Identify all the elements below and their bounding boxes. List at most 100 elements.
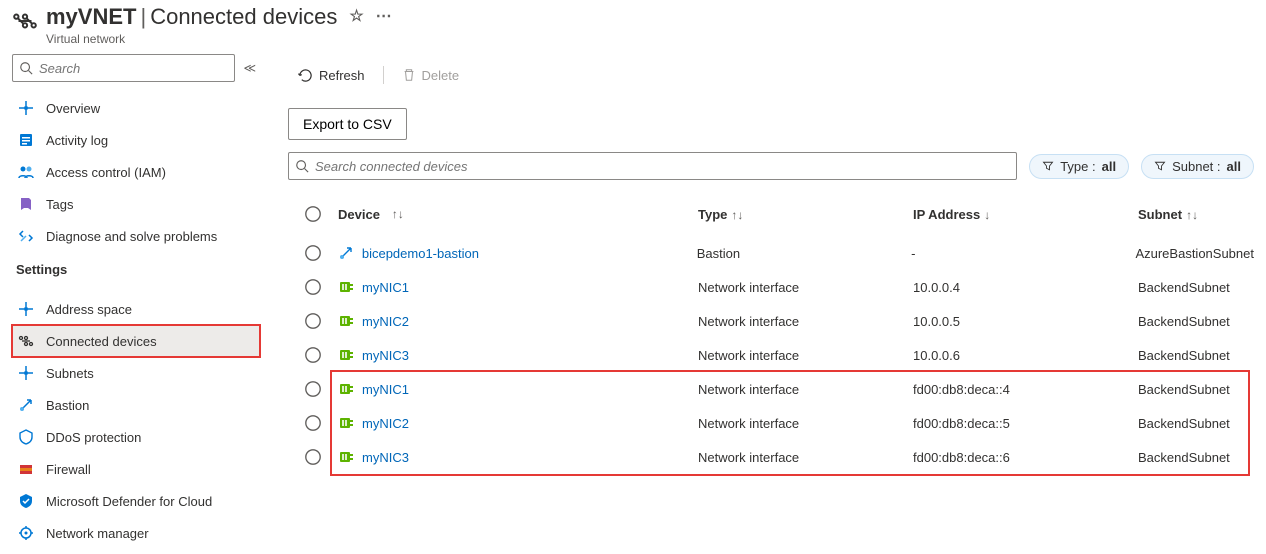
col-type[interactable]: Type↑↓ [698,207,913,222]
device-link[interactable]: myNIC3 [362,348,409,363]
sidebar-item-firewall[interactable]: Firewall [12,453,260,485]
device-link[interactable]: myNIC2 [362,314,409,329]
table-row[interactable]: myNIC1 Network interface 10.0.0.4 Backen… [288,270,1254,304]
favorite-icon[interactable]: ☆ [349,4,363,30]
table-row[interactable]: myNIC2 Network interface 10.0.0.5 Backen… [288,304,1254,338]
nav-item-icon [18,525,34,541]
filter-icon [1154,160,1166,172]
row-select[interactable] [288,312,338,330]
cell-type: Network interface [698,416,913,431]
table-row[interactable]: bicepdemo1-bastion Bastion - AzureBastio… [288,236,1254,270]
table-row[interactable]: myNIC3 Network interface 10.0.0.6 Backen… [288,338,1254,372]
nav-item-label: Overview [46,101,100,116]
row-select[interactable] [288,244,338,262]
nav-item-label: Diagnose and solve problems [46,229,217,244]
nav-item-label: Subnets [46,366,94,381]
nav-item-icon [18,493,34,509]
sidebar-search[interactable] [12,54,235,82]
table-search[interactable] [288,152,1017,180]
collapse-sidebar-icon[interactable]: ≪ [243,61,256,75]
nav-item-label: Connected devices [46,334,157,349]
row-select[interactable] [288,414,338,432]
row-select[interactable] [288,380,338,398]
nav-item-icon [18,365,34,381]
sidebar: ≪ Overview Activity log Access control (… [0,54,260,554]
col-ip[interactable]: IP Address↓ [913,207,1138,222]
sidebar-item-subnets[interactable]: Subnets [12,357,260,389]
device-link[interactable]: myNIC1 [362,280,409,295]
settings-group-header: Settings [12,252,260,283]
nav-item-label: Firewall [46,462,91,477]
sidebar-item-activity-log[interactable]: Activity log [12,124,260,156]
nav-item-label: Network manager [46,526,149,541]
vnet-icon [12,8,38,34]
cell-type: Network interface [698,382,913,397]
cell-type: Network interface [698,280,913,295]
trash-icon [402,68,416,82]
refresh-button[interactable]: Refresh [298,68,365,83]
search-icon [295,159,309,173]
bastion-icon [338,245,354,261]
table-row[interactable]: myNIC3 Network interface fd00:db8:deca::… [288,440,1254,474]
row-select[interactable] [288,278,338,296]
delete-button: Delete [402,68,460,83]
sidebar-item-connected-devices[interactable]: Connected devices [12,325,260,357]
sidebar-item-bastion[interactable]: Bastion [12,389,260,421]
cell-ip: fd00:db8:deca::4 [913,382,1138,397]
sidebar-search-input[interactable] [37,60,228,77]
refresh-icon [298,68,313,83]
nav-item-icon [18,461,34,477]
sidebar-item-tags[interactable]: Tags [12,188,260,220]
nav-item-icon [18,132,34,148]
nav-item-icon [18,228,34,244]
sidebar-item-microsoft-defender-for-cloud[interactable]: Microsoft Defender for Cloud [12,485,260,517]
table-search-input[interactable] [313,158,1010,175]
sidebar-item-overview[interactable]: Overview [12,92,260,124]
filter-subnet[interactable]: Subnet : all [1141,154,1254,179]
table-row[interactable]: myNIC2 Network interface fd00:db8:deca::… [288,406,1254,440]
cell-type: Network interface [698,450,913,465]
cell-ip: - [911,246,1135,261]
more-icon[interactable]: ⋯ [376,4,392,30]
device-link[interactable]: myNIC1 [362,382,409,397]
nav-item-icon [18,333,34,349]
table-header: Device↑↓ Type↑↓ IP Address↓ Subnet↑↓ [288,202,1254,236]
sidebar-item-access-control-iam-[interactable]: Access control (IAM) [12,156,260,188]
command-bar: Refresh Delete [288,54,1254,108]
col-subnet[interactable]: Subnet↑↓ [1138,207,1254,222]
sidebar-item-ddos-protection[interactable]: DDoS protection [12,421,260,453]
row-select[interactable] [288,346,338,364]
table-row[interactable]: myNIC1 Network interface fd00:db8:deca::… [288,372,1254,406]
filter-type[interactable]: Type : all [1029,154,1129,179]
cell-subnet: BackendSubnet [1138,280,1254,295]
main-content: Refresh Delete Export to CSV Type : all … [260,54,1266,554]
cell-subnet: BackendSubnet [1138,314,1254,329]
search-icon [19,61,33,75]
cell-subnet: AzureBastionSubnet [1135,246,1254,261]
nav-item-label: Tags [46,197,73,212]
cell-subnet: BackendSubnet [1138,382,1254,397]
row-select[interactable] [288,448,338,466]
select-all[interactable] [288,205,338,223]
device-link[interactable]: bicepdemo1-bastion [362,246,479,261]
nav-item-label: Address space [46,302,132,317]
page-header: myVNET | Connected devices ☆ ⋯ Virtual n… [0,0,1266,54]
sidebar-item-diagnose-and-solve-problems[interactable]: Diagnose and solve problems [12,220,260,252]
cell-subnet: BackendSubnet [1138,450,1254,465]
sidebar-item-address-space[interactable]: Address space [12,293,260,325]
sidebar-item-network-manager[interactable]: Network manager [12,517,260,549]
nav-item-label: Activity log [46,133,108,148]
cell-type: Network interface [698,348,913,363]
nav-item-icon [18,429,34,445]
device-link[interactable]: myNIC2 [362,416,409,431]
device-link[interactable]: myNIC3 [362,450,409,465]
nic-icon [338,415,354,431]
nav-item-icon [18,164,34,180]
cell-ip: 10.0.0.5 [913,314,1138,329]
export-csv-button[interactable]: Export to CSV [288,108,407,140]
col-device[interactable]: Device↑↓ [338,207,698,222]
nic-icon [338,449,354,465]
nic-icon [338,279,354,295]
cell-subnet: BackendSubnet [1138,348,1254,363]
nav-item-label: Microsoft Defender for Cloud [46,494,212,509]
